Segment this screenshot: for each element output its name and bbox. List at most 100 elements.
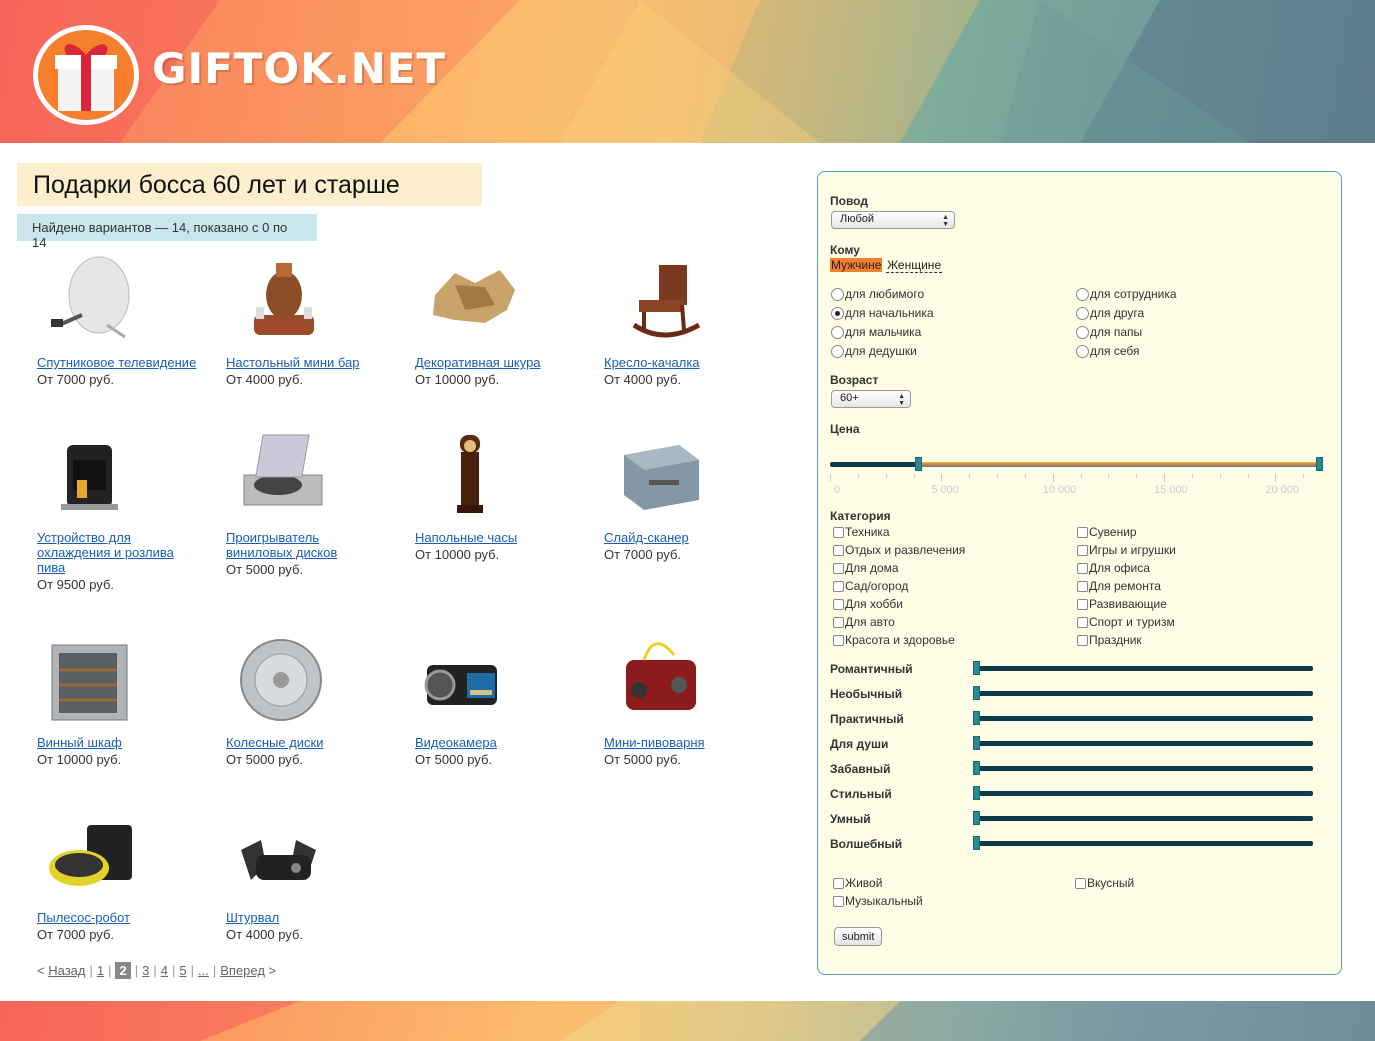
tab-women[interactable]: Женщине <box>886 258 943 273</box>
trait-handle[interactable] <box>973 836 980 850</box>
checkbox[interactable] <box>1077 562 1088 574</box>
product-link[interactable]: Колесные диски <box>226 735 404 750</box>
product-image[interactable] <box>226 810 336 905</box>
radio-button[interactable] <box>1076 344 1089 358</box>
radio-button[interactable] <box>1076 325 1089 339</box>
trait-slider[interactable] <box>975 666 1313 671</box>
radio-button[interactable] <box>831 287 844 301</box>
product-image[interactable] <box>37 255 147 350</box>
checkbox[interactable] <box>1077 616 1088 628</box>
category-option[interactable]: Для дома <box>833 561 899 575</box>
checkbox[interactable] <box>1077 598 1088 610</box>
pager-page-4[interactable]: 4 <box>161 963 168 978</box>
recipient-option[interactable]: для мальчика <box>831 325 921 339</box>
checkbox[interactable] <box>1075 877 1086 889</box>
product-link[interactable]: Настольный мини бар <box>226 355 404 370</box>
product-link[interactable]: Напольные часы <box>415 530 593 545</box>
recipient-option[interactable]: для любимого <box>831 287 924 301</box>
checkbox[interactable] <box>833 634 844 646</box>
pager-page-5[interactable]: 5 <box>179 963 186 978</box>
trait-slider[interactable] <box>975 741 1313 746</box>
category-option[interactable]: Для офиса <box>1077 561 1150 575</box>
pager-ellipsis[interactable]: ... <box>198 963 209 978</box>
category-option[interactable]: Сад/огород <box>833 579 908 593</box>
product-image[interactable] <box>415 255 525 350</box>
occasion-select[interactable]: Любой ▲ ▼ <box>831 211 955 229</box>
category-option[interactable]: Спорт и туризм <box>1077 615 1175 629</box>
category-option[interactable]: Игры и игрушки <box>1077 543 1176 557</box>
category-option[interactable]: Отдых и развлечения <box>833 543 965 557</box>
age-select[interactable]: 60+ ▲ ▼ <box>831 390 911 408</box>
product-link[interactable]: Проигрыватель виниловых дисков <box>226 530 356 560</box>
submit-button[interactable]: submit <box>834 927 883 946</box>
product-image[interactable] <box>37 810 147 905</box>
checkbox[interactable] <box>1077 544 1088 556</box>
extra-option[interactable]: Живой <box>833 876 882 890</box>
product-link[interactable]: Мини-пивоварня <box>604 735 782 750</box>
category-option[interactable]: Техника <box>833 525 890 539</box>
pager-next[interactable]: Вперед <box>220 963 265 978</box>
radio-button[interactable] <box>1076 306 1089 320</box>
product-link[interactable]: Штурвал <box>226 910 404 925</box>
product-image[interactable] <box>226 635 336 730</box>
price-min-handle[interactable] <box>915 457 923 471</box>
trait-handle[interactable] <box>973 811 980 825</box>
price-max-handle[interactable] <box>1316 457 1323 471</box>
checkbox[interactable] <box>1077 634 1088 646</box>
trait-handle[interactable] <box>973 761 980 775</box>
brand-name[interactable]: GIFTOK.NET <box>152 44 446 93</box>
checkbox[interactable] <box>833 895 844 907</box>
radio-button[interactable] <box>831 344 844 358</box>
checkbox[interactable] <box>1077 580 1088 592</box>
trait-handle[interactable] <box>973 661 980 675</box>
pager-page-1[interactable]: 1 <box>97 963 104 978</box>
category-option[interactable]: Для авто <box>833 615 895 629</box>
product-link[interactable]: Пылесос-робот <box>37 910 215 925</box>
checkbox[interactable] <box>1077 526 1088 538</box>
checkbox[interactable] <box>833 544 844 556</box>
trait-slider[interactable] <box>975 766 1313 771</box>
pager-page-3[interactable]: 3 <box>142 963 149 978</box>
trait-handle[interactable] <box>973 686 980 700</box>
recipient-option[interactable]: для друга <box>1076 306 1144 320</box>
trait-slider[interactable] <box>975 716 1313 721</box>
trait-slider[interactable] <box>975 691 1313 696</box>
category-option[interactable]: Красота и здоровье <box>833 633 955 647</box>
product-image[interactable] <box>604 430 714 525</box>
product-image[interactable] <box>226 255 336 350</box>
product-image[interactable] <box>37 635 147 730</box>
trait-slider[interactable] <box>975 791 1313 796</box>
checkbox[interactable] <box>833 616 844 628</box>
product-image[interactable] <box>415 430 525 525</box>
product-link[interactable]: Слайд-сканер <box>604 530 782 545</box>
product-image[interactable] <box>226 430 336 525</box>
checkbox[interactable] <box>833 562 844 574</box>
pager-prev[interactable]: Назад <box>48 963 85 978</box>
category-option[interactable]: Праздник <box>1077 633 1142 647</box>
trait-handle[interactable] <box>973 786 980 800</box>
trait-slider[interactable] <box>975 841 1313 846</box>
product-link[interactable]: Видеокамера <box>415 735 593 750</box>
product-link[interactable]: Кресло-качалка <box>604 355 782 370</box>
checkbox[interactable] <box>833 877 844 889</box>
trait-handle[interactable] <box>973 711 980 725</box>
category-option[interactable]: Развивающие <box>1077 597 1167 611</box>
checkbox[interactable] <box>833 580 844 592</box>
category-option[interactable]: Сувенир <box>1077 525 1137 539</box>
radio-button[interactable] <box>1076 287 1089 301</box>
logo[interactable] <box>33 25 139 125</box>
product-image[interactable] <box>415 635 525 730</box>
product-link[interactable]: Декоративная шкура <box>415 355 593 370</box>
product-link[interactable]: Спутниковое телевидение <box>37 355 215 370</box>
radio-button[interactable] <box>831 325 844 339</box>
product-link[interactable]: Винный шкаф <box>37 735 215 750</box>
recipient-option[interactable]: для начальника <box>831 306 934 320</box>
recipient-option[interactable]: для себя <box>1076 344 1139 358</box>
recipient-option[interactable]: для сотрудника <box>1076 287 1177 301</box>
trait-slider[interactable] <box>975 816 1313 821</box>
extra-option[interactable]: Вкусный <box>1075 876 1134 890</box>
category-option[interactable]: Для хобби <box>833 597 903 611</box>
product-link[interactable]: Устройство для охлаждения и розлива пива <box>37 530 182 575</box>
radio-button[interactable] <box>831 306 844 320</box>
product-image[interactable] <box>604 635 714 730</box>
